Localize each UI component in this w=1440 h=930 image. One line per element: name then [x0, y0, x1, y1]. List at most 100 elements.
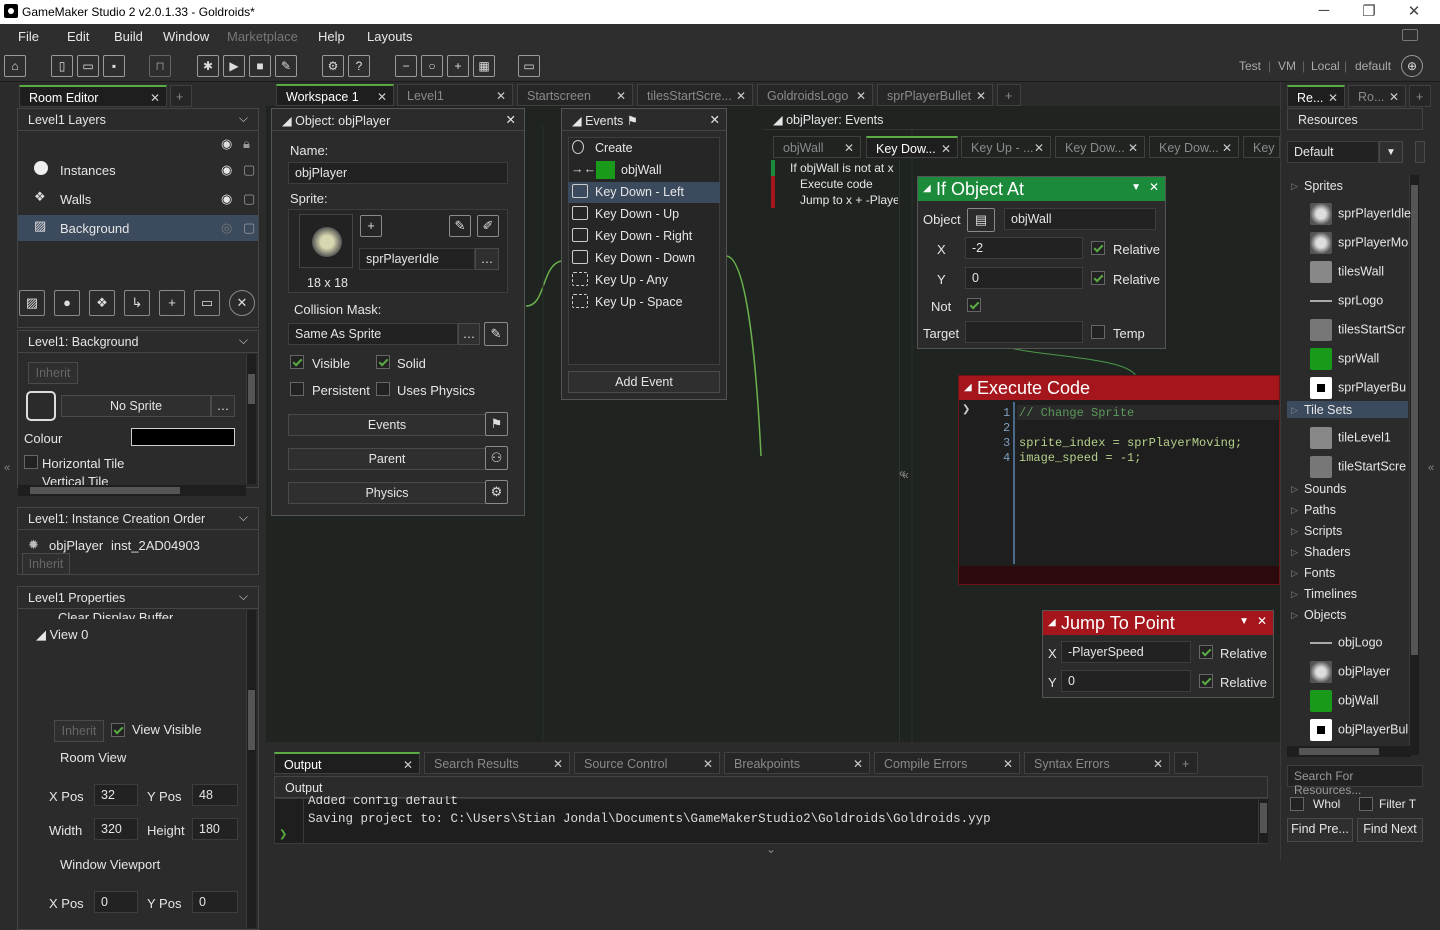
eye-icon[interactable]: ◉ — [221, 136, 232, 152]
tree-tilesets[interactable]: Tile Sets — [1291, 403, 1352, 417]
tree-sounds[interactable]: Sounds — [1291, 482, 1347, 496]
tree-objects[interactable]: Objects — [1291, 608, 1347, 622]
jump-header[interactable]: ◢ Jump To Point ▼ ✕ — [1043, 611, 1273, 635]
jump-y-relative-checkbox[interactable] — [1199, 674, 1213, 688]
if-object-at-header[interactable]: ◢ If Object At ▼ ✕ — [918, 177, 1165, 201]
zoom-out-icon[interactable]: − — [395, 55, 417, 77]
sprite-browse-button[interactable]: … — [475, 248, 499, 270]
resources-hscroll[interactable] — [1287, 746, 1411, 757]
action-line-exec[interactable]: Execute code — [800, 177, 873, 191]
resource-sprplayeridle[interactable]: sprPlayerIdle — [1310, 197, 1411, 225]
menu-file[interactable]: File — [18, 29, 39, 44]
mask-browse-button[interactable]: … — [458, 323, 480, 345]
chevron-down-icon[interactable]: ⌵ — [239, 333, 248, 348]
jump-x-input[interactable]: -PlayerSpeed — [1061, 641, 1191, 663]
workspace-canvas[interactable]: ◢ Object: objPlayer ✕ Name: objPlayer Spr… — [266, 106, 1280, 750]
scrollbar[interactable] — [246, 354, 256, 484]
chevron-down-icon[interactable]: ⌵ — [239, 589, 248, 604]
close-tab-icon[interactable]: ✕ — [1003, 757, 1013, 771]
resource-sprlogo[interactable]: sprLogo — [1310, 284, 1383, 312]
menu-build[interactable]: Build — [114, 29, 143, 44]
device-icon[interactable]: ▭ — [518, 55, 540, 77]
collapse-down-icon[interactable]: ⌄ — [766, 842, 776, 856]
lock-icon[interactable]: 🔒︎ — [243, 136, 250, 152]
tab-room[interactable]: Ro... ✕ — [1348, 85, 1406, 107]
chevron-down-icon[interactable]: ▼ — [1379, 141, 1403, 163]
object-panel-header[interactable]: ◢ Object: objPlayer ✕ — [272, 109, 524, 131]
add-event-button[interactable]: Add Event — [568, 371, 720, 393]
debug-icon[interactable]: ✱ — [197, 55, 219, 77]
tab-goldroidslogo[interactable]: GoldroidsLogo ✕ — [757, 84, 873, 106]
view-visible-checkbox[interactable] — [111, 723, 125, 737]
add-path-layer-icon[interactable]: ↳ — [124, 290, 150, 316]
jump-x-relative-checkbox[interactable] — [1199, 645, 1213, 659]
close-tab-icon[interactable]: ✕ — [1034, 141, 1044, 155]
run-icon[interactable]: ▶ — [223, 55, 245, 77]
tab-room-editor[interactable]: Room Editor ✕ — [19, 85, 167, 107]
stop-icon[interactable]: ■ — [249, 55, 271, 77]
grid-icon[interactable]: ▦ — [473, 55, 495, 77]
find-next-button[interactable]: Find Next — [1357, 818, 1423, 842]
close-tab-icon[interactable]: ✕ — [616, 89, 626, 103]
tree-fonts[interactable]: Fonts — [1291, 566, 1335, 580]
resources-scrollbar[interactable] — [1409, 175, 1419, 755]
close-panel-icon[interactable]: ✕ — [710, 112, 720, 127]
target-default[interactable]: default — [1355, 59, 1391, 73]
event-tab-objwall[interactable]: objWall ✕ — [773, 136, 861, 158]
creation-order-header[interactable]: Level1: Instance Creation Order ⌵ — [18, 508, 258, 530]
gear-icon[interactable]: ⚙ — [485, 480, 508, 504]
collapse-workspace-icon[interactable]: « — [902, 468, 909, 482]
tab-level1[interactable]: Level1 ✕ — [397, 84, 513, 106]
close-tab-icon[interactable]: ✕ — [703, 757, 713, 771]
close-tab-icon[interactable]: ✕ — [377, 90, 387, 104]
menu-layouts[interactable]: Layouts — [367, 29, 413, 44]
add-folder-icon[interactable]: ▭ — [194, 290, 220, 316]
viewport-xpos[interactable]: 0 — [94, 891, 138, 913]
close-tab-icon[interactable]: ✕ — [1389, 90, 1399, 104]
event-tab-keydown-2[interactable]: Key Dow... ✕ — [1055, 136, 1145, 158]
visible-checkbox[interactable] — [290, 355, 304, 369]
sprite-thumbnail[interactable] — [299, 214, 353, 268]
collision-mask-select[interactable]: Same As Sprite — [288, 323, 458, 345]
event-key-down-left[interactable]: Key Down - Left — [568, 182, 720, 203]
resource-sprplayerbullet[interactable]: sprPlayerBul — [1310, 371, 1406, 399]
eye-icon[interactable]: ◉ — [221, 162, 232, 178]
chevron-down-icon[interactable]: ▼ — [1131, 182, 1141, 193]
sprite-preview[interactable] — [26, 391, 56, 421]
events-panel-header[interactable]: ◢ Events ⚑ ✕ — [562, 109, 726, 131]
resource-objwall[interactable]: objWall — [1310, 684, 1379, 712]
close-window-icon[interactable]: ✕ — [1400, 2, 1428, 20]
room-view-ypos[interactable]: 48 — [192, 784, 238, 806]
resource-sprwall[interactable]: sprWall — [1310, 342, 1379, 370]
output-scrollbar[interactable] — [1258, 799, 1268, 843]
menu-marketplace[interactable]: Marketplace — [227, 29, 298, 44]
target-settings-icon[interactable]: ⊕ — [1401, 55, 1423, 77]
if-object-x[interactable]: -2 — [965, 237, 1083, 259]
zoom-in-icon[interactable]: + — [447, 55, 469, 77]
if-object-select[interactable]: objWall — [1004, 208, 1156, 230]
menu-window[interactable]: Window — [163, 29, 209, 44]
add-background-layer-icon[interactable]: ▨ — [19, 290, 45, 316]
persistent-checkbox[interactable] — [290, 382, 304, 396]
scrollbar[interactable] — [246, 610, 256, 928]
chat-icon[interactable] — [1402, 29, 1418, 41]
output-tab-search[interactable]: Search Results ✕ — [424, 752, 570, 774]
add-instance-layer-icon[interactable]: ● — [54, 290, 80, 316]
event-key-down-down[interactable]: Key Down - Down — [568, 248, 720, 269]
whole-word-checkbox[interactable] — [1290, 797, 1304, 811]
execute-code-header[interactable]: ◢ Execute Code — [959, 376, 1279, 400]
output-tab-output[interactable]: Output ✕ — [274, 752, 420, 774]
close-tab-icon[interactable]: ✕ — [1222, 141, 1232, 155]
event-create[interactable]: Create — [568, 138, 720, 159]
tab-tilesstartscreen[interactable]: tilesStartScre... ✕ — [637, 84, 753, 106]
resource-tilestartscreen[interactable]: tileStartScre — [1310, 450, 1408, 478]
brush-icon[interactable]: ✐ — [477, 215, 499, 237]
output-tab-breakpoints[interactable]: Breakpoints ✕ — [724, 752, 870, 774]
event-key-down-right[interactable]: Key Down - Right — [568, 226, 720, 247]
event-tab-keydown-3[interactable]: Key Dow... ✕ — [1149, 136, 1239, 158]
target-input[interactable] — [965, 321, 1083, 343]
resource-tileswall[interactable]: tilesWall — [1310, 255, 1384, 283]
collapse-right-icon[interactable]: « — [1428, 462, 1434, 474]
close-panel-icon[interactable]: ✕ — [506, 112, 516, 127]
layer-instances[interactable]: Instances ◉ ▢ — [18, 157, 258, 183]
